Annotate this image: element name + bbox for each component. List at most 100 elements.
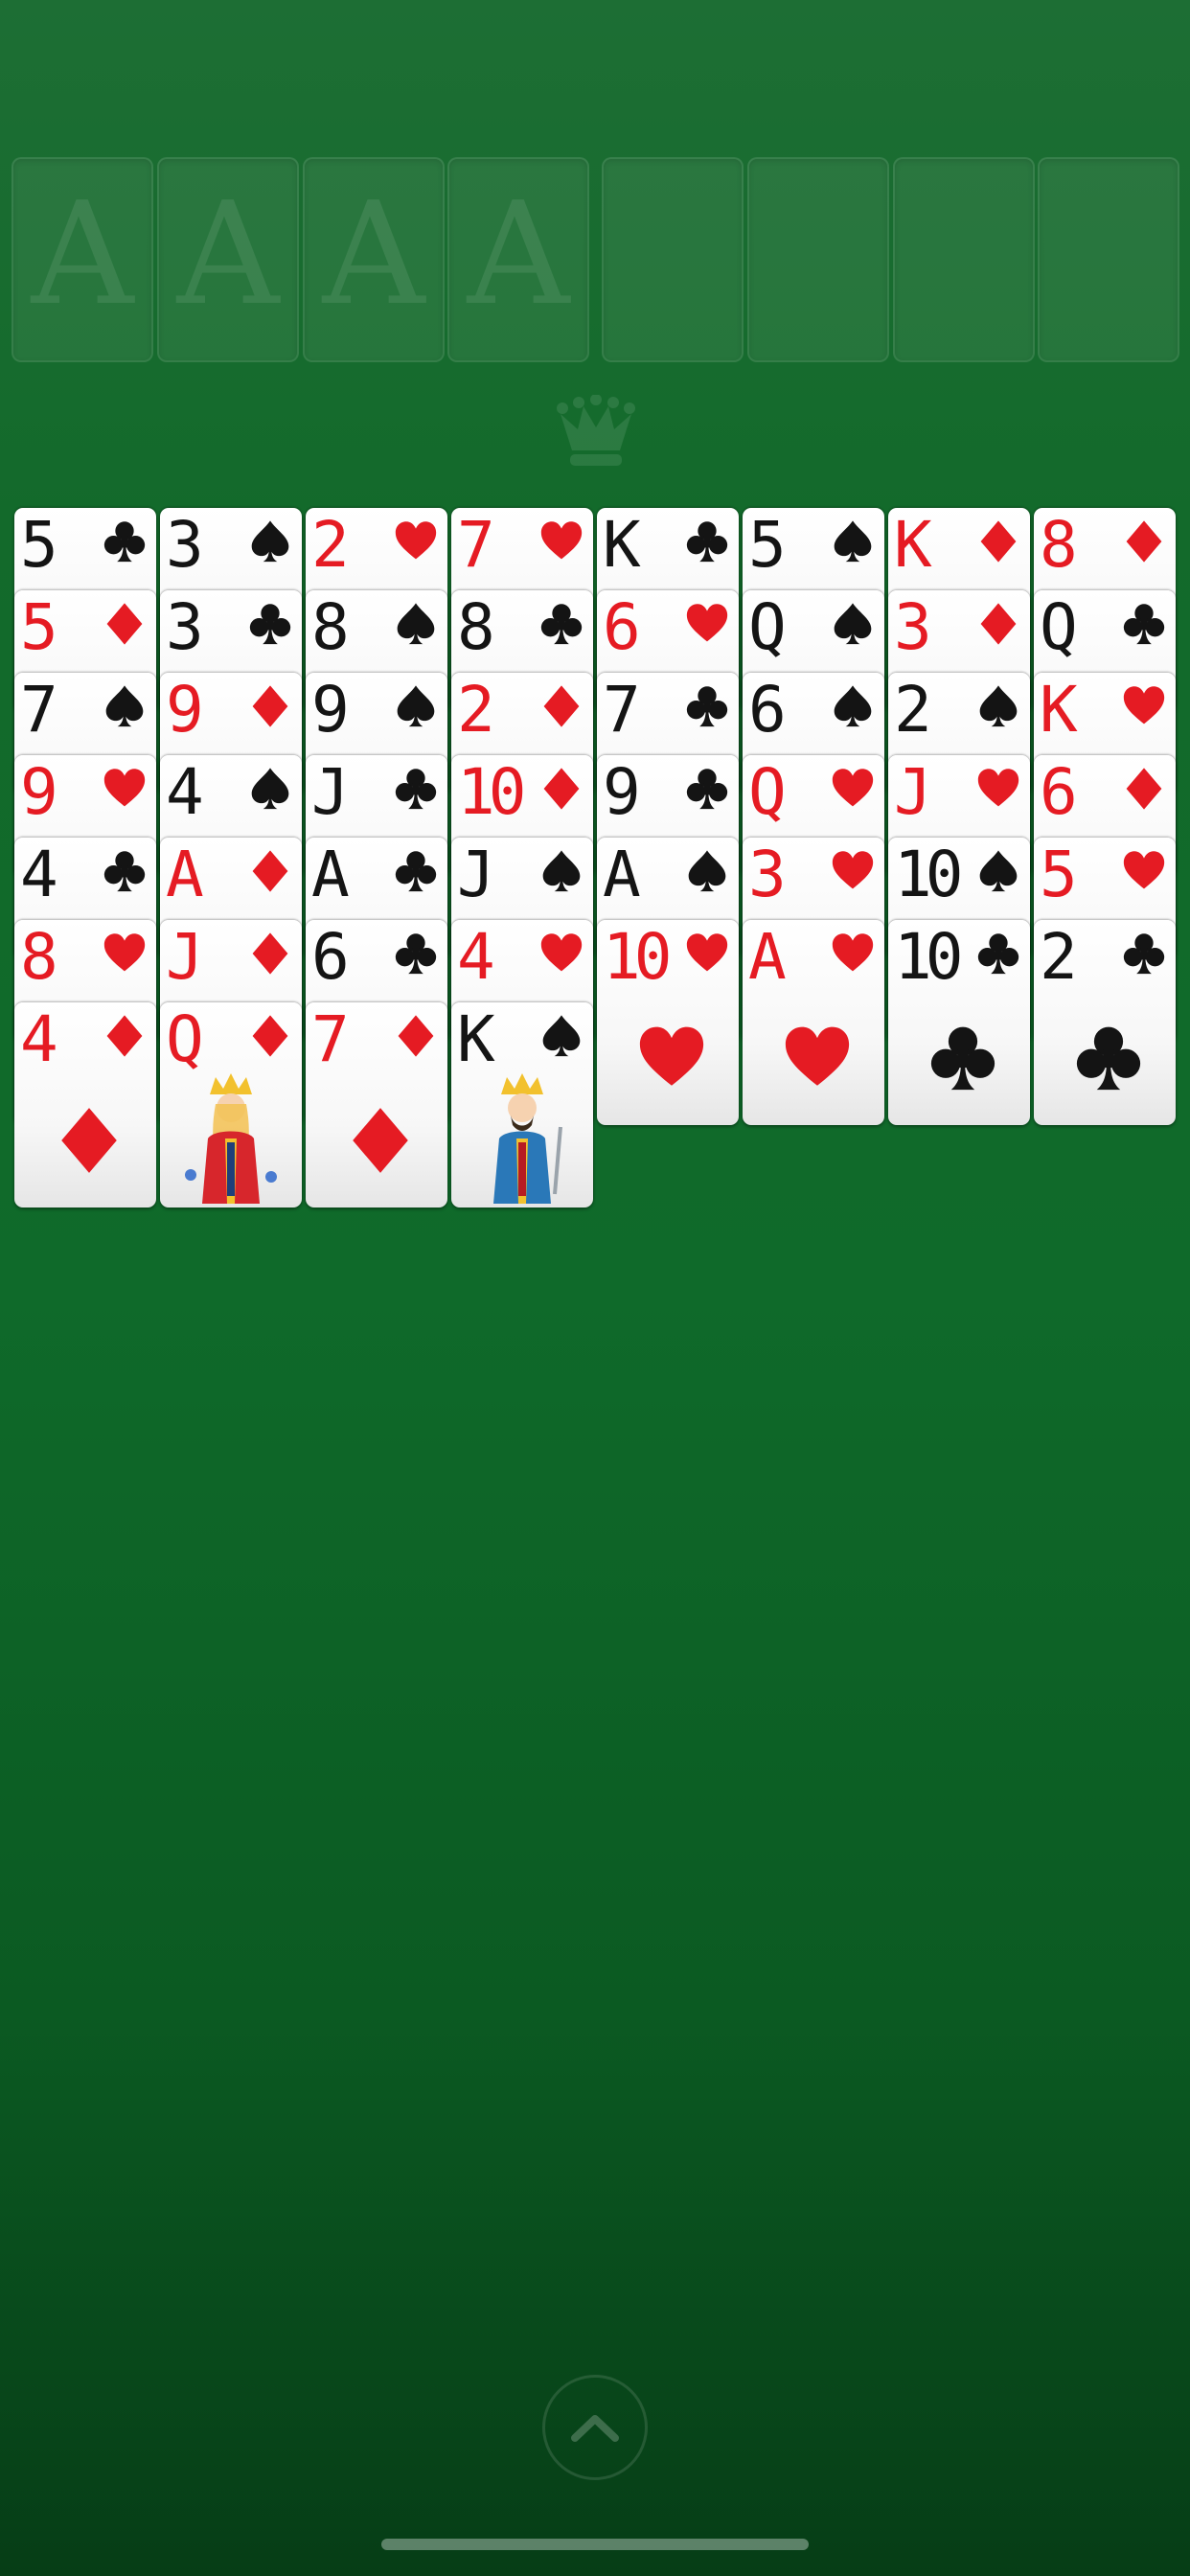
card-rank: J [311,755,350,829]
free-cell-1[interactable] [602,157,744,362]
diamonds-icon [103,602,147,646]
card-rank: 7 [457,508,495,582]
card-rank: 6 [603,590,641,664]
diamonds-icon [248,684,292,728]
clubs-icon [539,602,584,646]
clubs-icon [928,1024,997,1092]
card-rank: 9 [166,673,204,747]
card-rank: 4 [20,838,58,911]
crown-icon[interactable] [555,393,637,473]
hearts-icon [1122,684,1166,728]
playing-card[interactable]: 2 [1034,920,1176,1125]
free-cell-4[interactable] [1038,157,1179,362]
diamonds-icon [248,1014,292,1058]
clubs-icon [1122,932,1166,976]
card-rank: K [894,508,932,582]
diamonds-icon [539,767,584,811]
clubs-icon [685,684,729,728]
card-rank: 4 [457,920,495,994]
foundation-label: A [31,172,134,336]
spades-icon [831,684,875,728]
card-rank: 8 [457,590,495,664]
spades-icon [394,602,438,646]
clubs-icon [248,602,292,646]
hearts-icon [103,932,147,976]
card-rank: 3 [748,838,787,911]
playing-card[interactable]: 10 [597,920,739,1125]
free-cell-3[interactable] [893,157,1035,362]
card-rank: Q [748,590,787,664]
hearts-icon [685,602,729,646]
chevron-up-icon [571,2415,619,2442]
expand-menu-button[interactable] [542,2375,648,2480]
card-rank: 4 [20,1002,58,1076]
card-rank: K [603,508,641,582]
clubs-icon [685,767,729,811]
card-rank: 2 [894,673,932,747]
card-rank: 5 [1040,838,1078,911]
clubs-icon [394,767,438,811]
playing-card[interactable]: A [743,920,884,1125]
card-rank: 3 [166,590,204,664]
card-rank: 5 [20,590,58,664]
playing-card[interactable]: Q [160,1002,302,1208]
foundation-label: A [467,172,570,336]
card-rank: 2 [457,673,495,747]
foundation-label: A [176,172,280,336]
hearts-icon [783,1024,852,1092]
card-rank: 10 [894,838,964,911]
spades-icon [539,849,584,893]
spades-icon [976,849,1020,893]
hearts-icon [539,519,584,564]
card-rank: J [457,838,495,911]
diamonds-icon [1122,519,1166,564]
card-rank: 9 [20,755,58,829]
card-rank: J [166,920,204,994]
spades-icon [831,602,875,646]
queen-figure-icon [173,1070,288,1204]
foundation-label: A [322,172,425,336]
card-rank: Q [166,1002,204,1076]
foundation-slot-2[interactable]: A [157,157,299,362]
playing-card[interactable]: K [451,1002,593,1208]
free-cell-2[interactable] [747,157,889,362]
card-rank: 6 [1040,755,1078,829]
foundation-slot-1[interactable]: A [11,157,153,362]
card-rank: K [457,1002,495,1076]
spades-icon [539,1014,584,1058]
card-rank: J [894,755,932,829]
card-rank: Q [1040,590,1078,664]
diamonds-icon [976,602,1020,646]
clubs-icon [1122,602,1166,646]
hearts-icon [1122,849,1166,893]
card-rank: 10 [894,920,964,994]
foundation-slot-3[interactable]: A [303,157,445,362]
playing-card[interactable]: 4 [14,1002,156,1208]
diamonds-icon [55,1106,124,1175]
playing-card[interactable]: 7 [306,1002,447,1208]
card-rank: 9 [603,755,641,829]
hearts-icon [685,932,729,976]
card-rank: 3 [894,590,932,664]
card-rank: 2 [1040,920,1078,994]
foundation-slot-4[interactable]: A [447,157,589,362]
playing-card[interactable]: 10 [888,920,1030,1125]
diamonds-icon [1122,767,1166,811]
diamonds-icon [248,849,292,893]
card-rank: 6 [311,920,350,994]
spades-icon [685,849,729,893]
card-rank: 7 [311,1002,350,1076]
diamonds-icon [394,1014,438,1058]
card-rank: 5 [20,508,58,582]
spades-icon [103,684,147,728]
spades-icon [831,519,875,564]
home-indicator [381,2539,809,2550]
clubs-icon [394,932,438,976]
hearts-icon [831,767,875,811]
clubs-icon [103,849,147,893]
card-rank: 7 [603,673,641,747]
spades-icon [248,519,292,564]
diamonds-icon [976,519,1020,564]
diamonds-icon [248,932,292,976]
card-rank: 3 [166,508,204,582]
